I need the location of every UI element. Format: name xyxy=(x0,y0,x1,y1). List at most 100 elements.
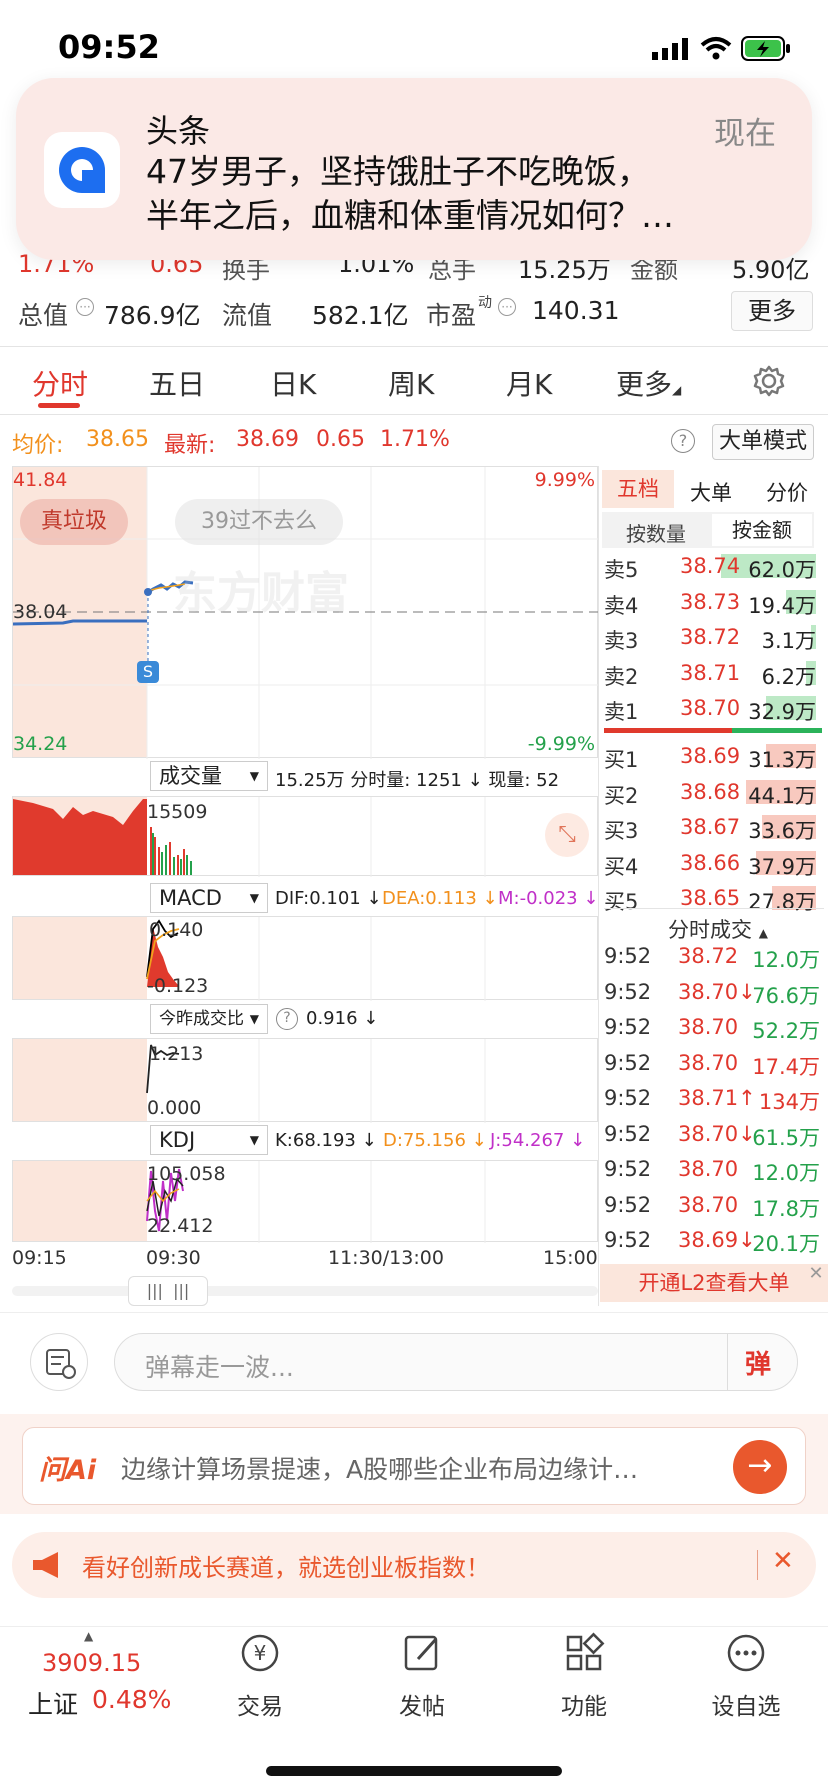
macd-chart[interactable]: 0.140 -0.123 xyxy=(12,916,598,1001)
help-icon[interactable]: ? xyxy=(276,1008,298,1030)
bid-amount: 33.6万 xyxy=(748,819,816,843)
tab-more-label: 更多 xyxy=(616,368,673,401)
subtab-by-quantity[interactable]: 按数量 xyxy=(626,518,686,547)
expand-icon[interactable]: ⤡ xyxy=(545,813,589,857)
index-name[interactable]: 上证 xyxy=(28,1685,78,1721)
trade-amount: 17.4万 xyxy=(752,1054,820,1079)
l2-banner[interactable]: 开通L2查看大单 xyxy=(600,1264,828,1302)
ask-row[interactable]: 卖4 38.73 19.4万 xyxy=(604,586,824,620)
macd-top-label: 0.140 xyxy=(149,919,204,941)
divider xyxy=(0,414,828,415)
chart-scrollbar[interactable] xyxy=(12,1286,598,1296)
bid-price: 38.65 xyxy=(680,886,741,910)
avg-value: 38.65 xyxy=(86,427,149,452)
info-dots-icon[interactable]: ··· xyxy=(76,298,94,316)
pe-info-icon[interactable]: ··· xyxy=(498,298,516,316)
bid-amount: 37.9万 xyxy=(748,854,816,879)
nav-functions[interactable]: 功能 xyxy=(534,1627,634,1721)
home-indicator xyxy=(266,1766,562,1776)
help-icon[interactable]: ? xyxy=(671,429,695,453)
bid-row[interactable]: 买1 38.69 31.3万 xyxy=(604,740,824,774)
bid-level-label: 买1 xyxy=(604,748,639,772)
sell-marker[interactable]: S xyxy=(137,661,159,683)
ratio-selector[interactable]: 今昨成交比 ▼ xyxy=(150,1004,268,1034)
trade-time: 9:52 xyxy=(604,979,652,1004)
index-pct[interactable]: 0.48% xyxy=(92,1685,171,1714)
subtab-by-amount[interactable]: 按金额 xyxy=(712,514,812,546)
trade-row: 9:52 38.71↑ 134万 xyxy=(604,1082,824,1116)
ratio-chart[interactable]: 1.213 0.000 xyxy=(12,1038,598,1123)
trade-time: 9:52 xyxy=(604,1121,652,1146)
danmu-settings-icon[interactable] xyxy=(30,1333,88,1391)
trade-time: 9:52 xyxy=(604,1015,652,1039)
ask-row[interactable]: 卖5 38.74 62.0万 xyxy=(604,550,824,584)
x-axis-label: 11:30/13:00 xyxy=(328,1247,444,1269)
avg-label: 均价: xyxy=(12,433,64,458)
danmu-bubble[interactable]: 39过不去么 xyxy=(175,499,343,545)
volume-selector[interactable]: 成交量 ▼ xyxy=(150,761,268,791)
bid-amount: 31.3万 xyxy=(748,748,816,772)
nav-add-watchlist[interactable]: 设自选 xyxy=(696,1627,796,1721)
ask-row[interactable]: 卖2 38.71 6.2万 xyxy=(604,657,824,691)
tab-weekly-k[interactable]: 周K xyxy=(388,363,434,403)
trade-amount: 52.2万 xyxy=(752,1019,820,1043)
kdj-chart[interactable]: 105.058 22.412 xyxy=(12,1160,598,1243)
ask-row[interactable]: 卖1 38.70 32.9万 xyxy=(604,692,824,726)
ad-text: 看好创新成长赛道，就选创业板指数！ xyxy=(82,1554,490,1582)
danmu-toggle-button[interactable]: 弹 xyxy=(745,1344,771,1381)
macd-dea: DEA:0.113 ↓ xyxy=(382,888,498,909)
status-time: 09:52 xyxy=(58,28,160,66)
tab-five-levels[interactable]: 五档 xyxy=(602,470,674,508)
ask-price: 38.73 xyxy=(680,589,741,614)
macd-selector[interactable]: MACD ▼ xyxy=(150,883,268,913)
comment-input[interactable]: 弹幕走一波... 弹 xyxy=(114,1333,798,1391)
total-value: 786.9亿 xyxy=(104,301,201,330)
latest-label: 最新: xyxy=(164,433,216,458)
index-value[interactable]: 3909.15 xyxy=(42,1649,141,1677)
tab-big-order[interactable]: 大单 xyxy=(690,477,732,507)
x-axis-label: 09:15 xyxy=(12,1247,67,1269)
nav-label: 发帖 xyxy=(399,1694,445,1720)
danmu-bubble[interactable]: 真垃圾 xyxy=(20,499,128,545)
close-icon[interactable]: ✕ xyxy=(806,1264,826,1284)
bid-price: 38.67 xyxy=(680,815,741,839)
price-chart[interactable]: S 东方财富 41.84 38.04 34.24 9.99% -9.99% 真垃… xyxy=(12,466,599,759)
push-notification[interactable]: 头条 现在 47岁男子，坚持饿肚子不吃晚饭， 半年之后，血糖和体重情况如何？… xyxy=(16,78,812,260)
bid-row[interactable]: 买5 38.65 27.8万 xyxy=(604,882,824,916)
scroll-handle[interactable]: ||| ||| xyxy=(128,1276,208,1306)
tab-intraday[interactable]: 分时 xyxy=(32,363,88,403)
ad-banner[interactable]: 看好创新成长赛道，就选创业板指数！ ✕ xyxy=(12,1532,816,1598)
ratio-bottom-label: 0.000 xyxy=(147,1097,202,1119)
nav-trade[interactable]: ¥ 交易 xyxy=(210,1627,310,1721)
bid-row[interactable]: 买4 38.66 37.9万 xyxy=(604,847,824,881)
ai-prompt-text: 边缘计算场景提速，A股哪些企业布局边缘计… xyxy=(121,1455,639,1484)
float-value: 582.1亿 xyxy=(312,301,409,330)
nav-post[interactable]: 发帖 xyxy=(372,1627,472,1721)
kdj-selector[interactable]: KDJ ▼ xyxy=(150,1125,268,1155)
arrow-right-icon[interactable]: → xyxy=(733,1440,787,1494)
tab-daily-k[interactable]: 日K xyxy=(270,363,316,403)
ask-amount: 32.9万 xyxy=(748,700,816,724)
tab-price-dist[interactable]: 分价 xyxy=(766,477,808,507)
more-button[interactable]: 更多 xyxy=(731,291,813,331)
volume-chart[interactable]: 15509 ⤡ xyxy=(12,796,598,877)
ask-row[interactable]: 卖3 38.72 3.1万 xyxy=(604,621,824,655)
bid-row[interactable]: 买2 38.68 44.1万 xyxy=(604,776,824,810)
trade-time: 9:52 xyxy=(604,944,652,968)
tab-more[interactable]: 更多◢ xyxy=(616,363,681,403)
ask-price: 38.72 xyxy=(680,625,741,649)
divider xyxy=(757,1550,758,1580)
big-order-mode-button[interactable]: 大单模式 xyxy=(712,424,814,460)
ai-search-box[interactable]: 问Ai 边缘计算场景提速，A股哪些企业布局边缘计… → xyxy=(22,1427,806,1505)
settings-gear-icon[interactable] xyxy=(752,364,786,398)
bid-amount: 27.8万 xyxy=(748,890,816,914)
y-bottom-label: 34.24 xyxy=(13,733,68,755)
tab-monthly-k[interactable]: 月K xyxy=(506,363,552,403)
trade-amount: 20.1万 xyxy=(752,1232,820,1256)
y-mid-label: 38.04 xyxy=(13,601,68,623)
trade-row: 9:52 38.70 17.4万 xyxy=(604,1047,824,1081)
bid-row[interactable]: 买3 38.67 33.6万 xyxy=(604,811,824,845)
wifi-icon xyxy=(700,37,732,60)
tab-five-day[interactable]: 五日 xyxy=(149,363,205,403)
close-icon[interactable]: ✕ xyxy=(772,1546,794,1576)
